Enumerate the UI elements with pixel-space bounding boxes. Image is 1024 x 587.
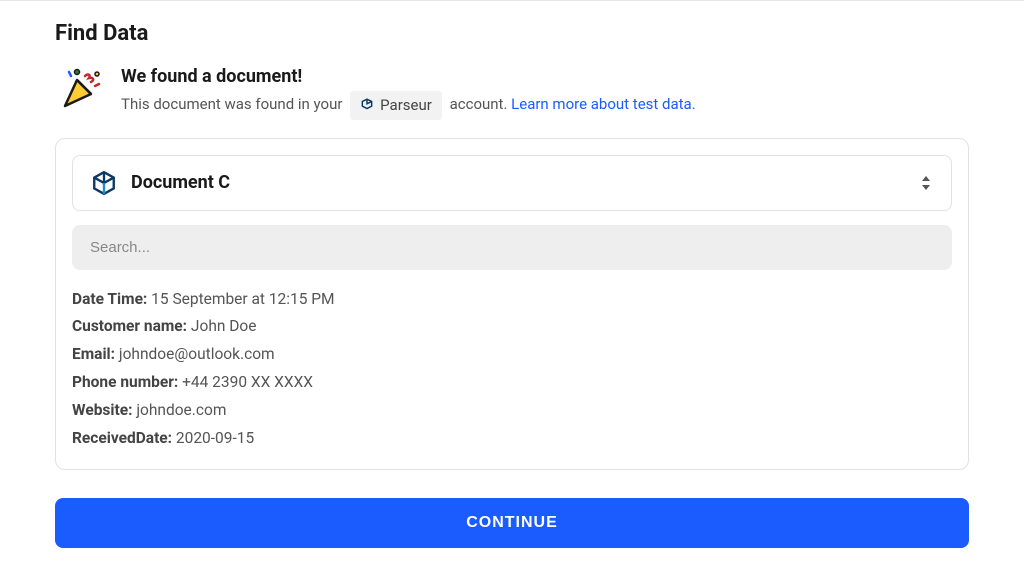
celebrate-icon (55, 66, 103, 114)
document-select[interactable]: Document C (72, 155, 952, 211)
found-document-banner: We found a document! This document was f… (55, 66, 969, 120)
chevron-sort-icon (919, 174, 933, 192)
found-suffix: account. (450, 95, 508, 113)
field-label: Date Time: (72, 290, 147, 308)
integration-chip: Parseur (350, 91, 442, 120)
continue-button[interactable]: CONTINUE (55, 498, 969, 548)
field-label: Customer name: (72, 317, 187, 335)
page-title: Find Data (55, 21, 969, 46)
field-label: Website: (72, 401, 132, 419)
found-subtext: This document was found in your Parseur … (121, 91, 969, 120)
parseur-logo-icon (91, 170, 117, 196)
field-row: Phone number: +44 2390 XX XXXX (72, 369, 952, 397)
field-label: ReceivedDate: (72, 429, 172, 447)
field-value: 2020-09-15 (176, 429, 254, 447)
field-label: Phone number: (72, 373, 178, 391)
field-value: +44 2390 XX XXXX (182, 373, 313, 391)
field-row: Customer name: John Doe (72, 313, 952, 341)
search-input[interactable] (72, 225, 952, 270)
field-value: johndoe@outlook.com (119, 345, 275, 363)
field-value: johndoe.com (136, 401, 226, 419)
field-row: Website: johndoe.com (72, 397, 952, 425)
field-value: John Doe (191, 317, 257, 335)
document-name: Document C (131, 172, 230, 193)
parseur-icon (360, 98, 374, 112)
field-value: 15 September at 12:15 PM (151, 290, 334, 308)
found-prefix: This document was found in your (121, 95, 342, 113)
field-row: Date Time: 15 September at 12:15 PM (72, 286, 952, 314)
found-heading: We found a document! (121, 66, 969, 87)
chip-label: Parseur (380, 94, 432, 117)
field-row: ReceivedDate: 2020-09-15 (72, 425, 952, 453)
document-fields: Date Time: 15 September at 12:15 PM Cust… (72, 286, 952, 453)
field-row: Email: johndoe@outlook.com (72, 341, 952, 369)
document-card: Document C Date Time: 15 September at 12… (55, 138, 969, 470)
learn-more-link[interactable]: Learn more about test data. (511, 95, 696, 113)
field-label: Email: (72, 345, 115, 363)
